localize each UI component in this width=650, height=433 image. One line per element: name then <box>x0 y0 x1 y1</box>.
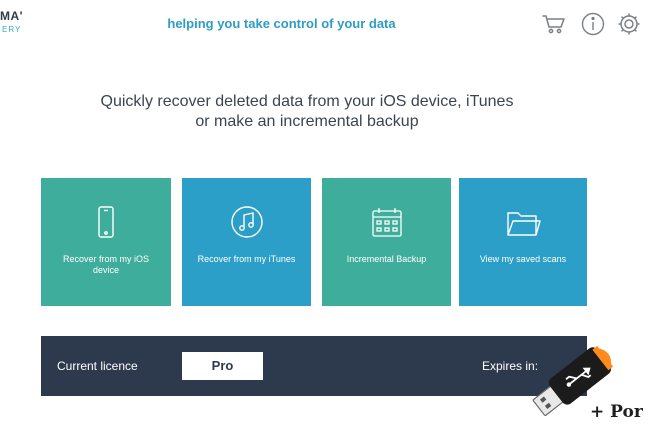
tile-label: View my saved scans <box>479 254 567 264</box>
folder-icon <box>505 204 541 240</box>
info-icon[interactable] <box>580 11 606 37</box>
licence-bar: Current licence Pro Expires in: <box>41 336 587 396</box>
phone-icon <box>88 204 124 240</box>
music-note-icon <box>229 204 265 240</box>
tagline: helping you take control of your data <box>167 16 396 31</box>
gear-icon[interactable] <box>616 11 642 37</box>
view-saved-scans-tile[interactable]: View my saved scans <box>459 178 587 306</box>
portable-overlay-text: + Por <box>590 402 643 422</box>
calendar-icon <box>369 204 405 240</box>
main-headline: Quickly recover deleted data from your i… <box>0 92 614 132</box>
tile-label: Incremental Backup <box>346 254 427 264</box>
tile-label: Recover from my iOS device <box>62 254 149 275</box>
cart-icon[interactable] <box>541 11 567 37</box>
recover-itunes-tile[interactable]: Recover from my iTunes <box>182 178 311 306</box>
incremental-backup-tile[interactable]: Incremental Backup <box>322 178 451 306</box>
current-licence-label: Current licence <box>57 359 138 373</box>
recover-ios-device-tile[interactable]: Recover from my iOS device <box>41 178 171 306</box>
tile-label: Recover from my iTunes <box>197 254 296 264</box>
licence-value: Pro <box>182 352 263 380</box>
headline-line-2: or make an incremental backup <box>195 113 419 130</box>
headline-line-1: Quickly recover deleted data from your i… <box>100 93 514 110</box>
